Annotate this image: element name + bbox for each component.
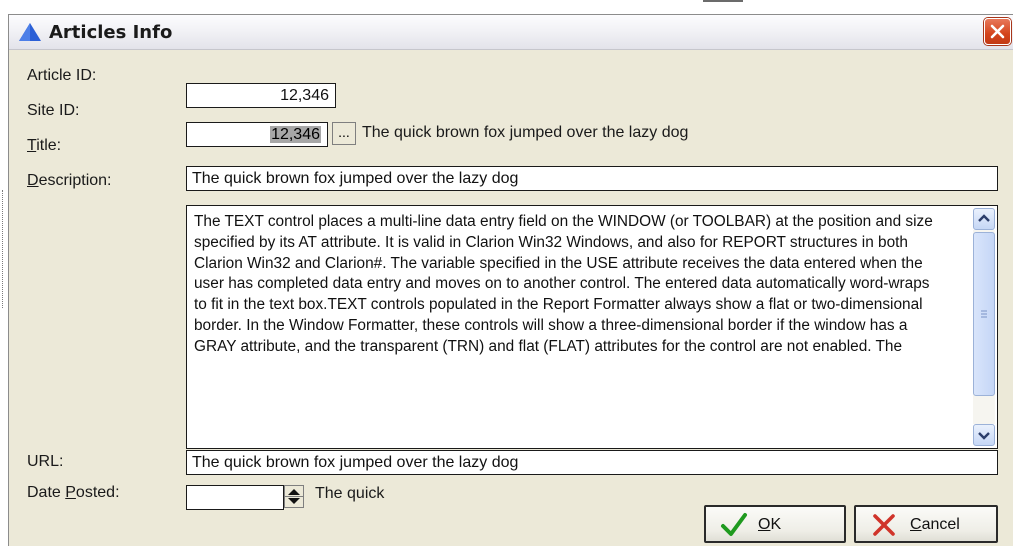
chevron-down-icon — [978, 432, 990, 440]
close-icon — [990, 24, 1005, 39]
date-posted-label-mnemonic: P — [65, 484, 76, 501]
scroll-up-button[interactable] — [973, 208, 995, 230]
title-label-rest: itle: — [36, 137, 62, 154]
site-id-field[interactable]: 12,346 — [186, 122, 328, 147]
description-text: The TEXT control places a multi-line dat… — [194, 213, 933, 355]
title-label-mnemonic: T — [27, 137, 37, 154]
url-label: URL: — [27, 453, 64, 470]
date-posted-label-rest: osted: — [75, 484, 120, 501]
site-id-value: 12,346 — [270, 126, 321, 143]
description-label: Description: — [27, 172, 111, 190]
date-posted-label-prefix: Date — [27, 484, 66, 501]
title-bar[interactable]: Articles Info — [9, 15, 1013, 50]
cancel-button[interactable]: Cancel — [854, 505, 998, 543]
description-scrollbar[interactable] — [973, 208, 995, 446]
desktop-dotted-line — [2, 190, 3, 308]
title-field[interactable]: The quick brown fox jumped over the lazy… — [186, 166, 998, 191]
grip-icon — [981, 310, 987, 318]
close-button[interactable] — [984, 18, 1011, 45]
article-id-field[interactable]: 12,346 — [186, 83, 336, 108]
ok-button-label: OK — [758, 516, 781, 534]
cancel-mnemonic: C — [910, 516, 922, 533]
scroll-down-button[interactable] — [973, 424, 995, 446]
x-icon — [873, 514, 895, 536]
cancel-rest: ancel — [921, 516, 960, 533]
title-label: Title: — [27, 137, 61, 155]
desktop-edge — [703, 0, 743, 2]
date-posted-label: Date Posted: — [27, 484, 120, 502]
date-hint: The quick — [315, 485, 385, 502]
window-title: Articles Info — [49, 22, 173, 43]
article-id-label: Article ID: — [27, 67, 97, 84]
description-label-mnemonic: D — [27, 172, 39, 189]
url-field[interactable]: The quick brown fox jumped over the lazy… — [186, 450, 998, 475]
ok-mnemonic: O — [758, 516, 771, 533]
triangle-icon — [19, 23, 41, 41]
scroll-thumb[interactable] — [973, 232, 995, 396]
ok-button[interactable]: OK — [704, 505, 846, 543]
articles-info-window: Articles Info Article ID: 12,346 Site ID… — [8, 14, 1013, 546]
site-description: The quick brown fox jumped over the lazy… — [362, 124, 689, 141]
description-textarea[interactable]: The TEXT control places a multi-line dat… — [186, 205, 998, 449]
spin-arrows-icon — [285, 489, 303, 504]
chevron-up-icon — [978, 214, 990, 222]
cancel-button-label: Cancel — [910, 516, 960, 534]
date-spinner[interactable] — [284, 485, 304, 508]
date-posted-field[interactable] — [186, 485, 284, 510]
checkmark-icon — [721, 513, 747, 536]
description-label-rest: escription: — [38, 172, 112, 189]
site-lookup-button[interactable]: ... — [332, 122, 356, 145]
site-id-label: Site ID: — [27, 102, 80, 119]
ok-rest: K — [770, 516, 782, 533]
